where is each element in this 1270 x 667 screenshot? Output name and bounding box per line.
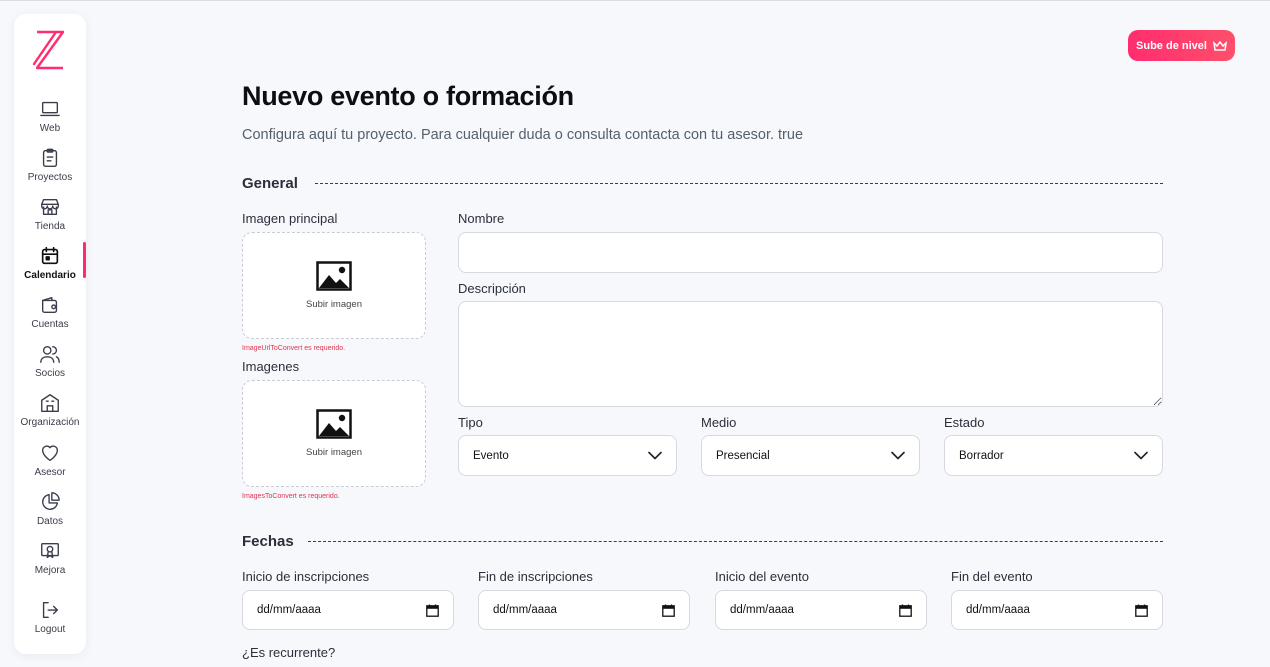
certificate-icon [41, 542, 59, 559]
sidebar: Web Proyectos Tienda Calendario Cuentas … [14, 14, 86, 654]
section-divider [315, 183, 1163, 184]
date-placeholder: dd/mm/aaaa [966, 604, 1030, 616]
upgrade-button[interactable]: Sube de nivel [1128, 30, 1235, 61]
medium-select-value: Presencial [716, 449, 770, 462]
sidebar-item-label: Logout [34, 624, 66, 635]
medium-select[interactable]: Presencial [701, 435, 920, 476]
date-placeholder: dd/mm/aaaa [493, 604, 557, 616]
recurring-label: ¿Es recurrente? [242, 645, 336, 660]
registration-start-date-input[interactable]: dd/mm/aaaa [242, 590, 454, 630]
date-placeholder: dd/mm/aaaa [257, 604, 321, 616]
status-select-value: Borrador [959, 449, 1004, 462]
calendar-picker-icon[interactable] [1135, 604, 1148, 617]
upload-label: Subir imagen [306, 447, 362, 458]
type-select[interactable]: Evento [458, 435, 677, 476]
calendar-picker-icon[interactable] [426, 604, 439, 617]
description-textarea[interactable] [458, 301, 1163, 407]
sidebar-item-label: Web [39, 123, 61, 134]
wallet-icon [41, 296, 58, 314]
section-title-general: General [242, 175, 298, 192]
images-upload[interactable]: Subir imagen [242, 380, 426, 487]
sidebar-item-label: Organización [20, 417, 80, 428]
description-label: Descripción [458, 281, 526, 296]
active-indicator [83, 242, 86, 278]
sidebar-item-logout[interactable]: Logout [14, 599, 86, 643]
sidebar-item-socios[interactable]: Socios [14, 343, 86, 387]
sidebar-item-tienda[interactable]: Tienda [14, 196, 86, 240]
sidebar-item-label: Proyectos [27, 172, 73, 183]
images-label: Imagenes [242, 359, 300, 374]
logout-icon [42, 601, 59, 619]
sidebar-item-label: Socios [34, 368, 65, 379]
sidebar-item-label: Mejora [34, 565, 66, 576]
sidebar-item-mejora[interactable]: Mejora [14, 540, 86, 584]
app-logo[interactable] [32, 28, 68, 72]
sidebar-item-label: Cuentas [31, 319, 69, 330]
event-start-date-input[interactable]: dd/mm/aaaa [715, 590, 927, 630]
name-label: Nombre [458, 211, 505, 226]
sidebar-item-asesor[interactable]: Asesor [14, 442, 86, 486]
medium-label: Medio [701, 415, 737, 430]
image-icon [316, 261, 352, 291]
sidebar-item-label: Datos [36, 516, 64, 527]
status-select[interactable]: Borrador [944, 435, 1163, 476]
chevron-down-icon [891, 451, 905, 460]
sidebar-item-calendario[interactable]: Calendario [14, 245, 86, 289]
calendar-icon [41, 246, 59, 265]
images-error: ImagesToConvert es requerido. [242, 493, 340, 500]
store-icon [41, 198, 59, 216]
upload-label: Subir imagen [306, 299, 362, 310]
crown-icon [1212, 40, 1227, 51]
event-end-date-input[interactable]: dd/mm/aaaa [951, 590, 1163, 630]
sidebar-item-cuentas[interactable]: Cuentas [14, 294, 86, 338]
page-title: Nuevo evento o formación [242, 81, 574, 111]
laptop-icon [40, 101, 60, 117]
sidebar-item-datos[interactable]: Datos [14, 491, 86, 535]
heart-icon [41, 445, 59, 462]
chevron-down-icon [1134, 451, 1148, 460]
main-image-error: ImageUrlToConvert es requerido. [242, 345, 346, 352]
type-label: Tipo [458, 415, 483, 430]
event-start-label: Inicio del evento [715, 569, 809, 584]
registration-end-date-input[interactable]: dd/mm/aaaa [478, 590, 690, 630]
sidebar-item-label: Tienda [34, 221, 66, 232]
page-subtitle: Configura aquí tu proyecto. Para cualqui… [242, 127, 804, 143]
section-title-fechas: Fechas [242, 533, 294, 550]
sidebar-item-label: Asesor [34, 467, 66, 478]
registration-start-label: Inicio de inscripciones [242, 569, 370, 584]
type-select-value: Evento [473, 449, 509, 462]
chevron-down-icon [648, 451, 662, 460]
status-label: Estado [944, 415, 985, 430]
registration-end-label: Fin de inscripciones [478, 569, 593, 584]
name-input[interactable] [458, 232, 1163, 273]
clipboard-icon [42, 148, 58, 167]
main-image-upload[interactable]: Subir imagen [242, 232, 426, 339]
users-icon [40, 345, 60, 363]
main-image-label: Imagen principal [242, 211, 338, 226]
calendar-picker-icon[interactable] [662, 604, 675, 617]
sidebar-item-label: Calendario [24, 270, 76, 281]
sidebar-item-web[interactable]: Web [14, 98, 86, 142]
section-divider [308, 541, 1163, 542]
pie-chart-icon [42, 492, 60, 510]
date-placeholder: dd/mm/aaaa [730, 604, 794, 616]
sidebar-item-organizacion[interactable]: Organización [14, 392, 86, 436]
building-icon [41, 394, 59, 412]
event-end-label: Fin del evento [951, 569, 1033, 584]
sidebar-item-proyectos[interactable]: Proyectos [14, 147, 86, 191]
calendar-picker-icon[interactable] [899, 604, 912, 617]
upgrade-button-label: Sube de nivel [1136, 39, 1207, 52]
image-icon [316, 409, 352, 439]
